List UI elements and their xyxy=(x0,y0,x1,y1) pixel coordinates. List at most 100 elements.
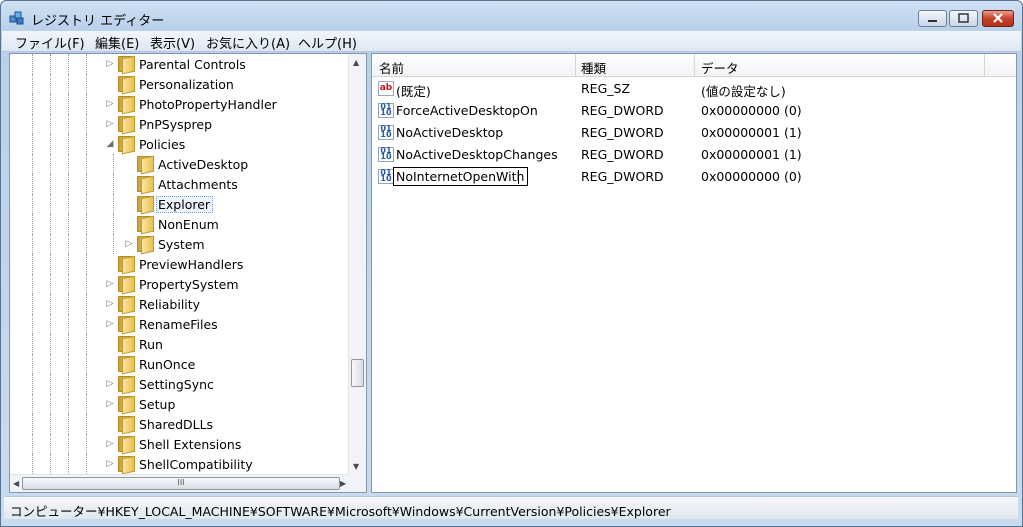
expand-arrow-icon[interactable]: ▷ xyxy=(105,379,115,389)
menu-file[interactable]: ファイル(F) xyxy=(15,33,85,52)
folder-icon xyxy=(117,75,135,95)
tree-item[interactable]: NonEnum xyxy=(10,214,349,235)
tree-item-label[interactable]: Run xyxy=(137,336,166,353)
tree-vertical-scroll-thumb[interactable] xyxy=(351,359,364,387)
tree-item-label[interactable]: NonEnum xyxy=(156,216,222,233)
expand-arrow-icon[interactable]: ▷ xyxy=(105,299,115,309)
tree-item-label[interactable]: ActiveDesktop xyxy=(156,156,251,173)
tree-item[interactable]: ▷ SettingSync xyxy=(10,374,349,395)
scroll-up-icon[interactable]: ▲ xyxy=(353,58,359,67)
folder-icon xyxy=(117,115,135,135)
tree-item[interactable]: PreviewHandlers xyxy=(10,254,349,275)
tree-item[interactable]: ▷ PropertySystem xyxy=(10,274,349,295)
menu-edit[interactable]: 編集(E) xyxy=(95,33,139,52)
tree-item[interactable]: RunOnce xyxy=(10,354,349,375)
tree-item-label[interactable]: Attachments xyxy=(156,176,241,193)
maximize-button[interactable] xyxy=(949,10,978,27)
dword-value-icon: 01 10 xyxy=(378,147,394,162)
menu-favorites[interactable]: お気に入り(A) xyxy=(206,33,290,52)
folder-icon xyxy=(117,355,135,375)
value-name: NoActiveDesktop xyxy=(396,125,504,140)
expand-arrow-icon[interactable]: ▷ xyxy=(105,279,115,289)
value-row[interactable]: ab (既定) REG_SZ (値の設定なし) xyxy=(372,78,1016,100)
folder-icon xyxy=(117,335,135,355)
tree-vertical-scrollbar[interactable]: ▲ ▼ xyxy=(348,54,366,475)
tree-item[interactable]: Personalization xyxy=(10,74,349,95)
tree-item[interactable]: ▷ ShellCompatibility xyxy=(10,454,349,475)
tree-item-label[interactable]: RunOnce xyxy=(137,356,198,373)
menu-bar: ファイル(F) 編集(E) 表示(V) お気に入り(A) ヘルプ(H) xyxy=(2,31,1021,52)
value-row[interactable]: 01 10 NoActiveDesktopChanges REG_DWORD 0x000… xyxy=(372,144,1016,166)
tree-item[interactable]: ▷ Shell Extensions xyxy=(10,434,349,455)
folder-icon xyxy=(117,315,135,335)
value-row[interactable]: 01 10 ForceActiveDesktopOn REG_DWORD 0x00000… xyxy=(372,100,1016,122)
tree-item-label[interactable]: Parental Controls xyxy=(137,56,249,73)
value-type: REG_DWORD xyxy=(581,147,664,162)
tree-horizontal-scroll-thumb[interactable]: III xyxy=(22,477,340,490)
rename-value-input[interactable]: NoInternetOpenWith xyxy=(393,167,528,186)
expand-arrow-icon[interactable]: ▷ xyxy=(105,99,115,109)
expand-arrow-icon[interactable]: ▷ xyxy=(105,399,115,409)
dword-value-icon: 01 10 xyxy=(378,103,394,118)
tree-item-label[interactable]: System xyxy=(156,236,208,253)
tree-item[interactable]: ▷ Setup xyxy=(10,394,349,415)
tree-item[interactable]: ▷ PhotoPropertyHandler xyxy=(10,94,349,115)
tree-item-label[interactable]: ShellCompatibility xyxy=(137,456,256,473)
value-type: REG_DWORD xyxy=(581,125,664,140)
tree-item-label[interactable]: Setup xyxy=(137,396,178,413)
tree-item-label[interactable]: PnPSysprep xyxy=(137,116,215,133)
value-name: ForceActiveDesktopOn xyxy=(396,103,538,118)
tree-item[interactable]: ▷ System xyxy=(10,234,349,255)
expand-arrow-icon[interactable]: ▷ xyxy=(105,459,115,469)
values-list-pane[interactable]: 名前 種類 データ ab (既定) REG_SZ (値の設定なし) 01 10 ForceA… xyxy=(371,53,1017,493)
tree-item[interactable]: Run xyxy=(10,334,349,355)
value-row[interactable]: 01 10 NoInternetOpenWith REG_DWORD 0x0000000… xyxy=(372,166,1016,188)
scroll-left-icon[interactable]: ◀ xyxy=(13,479,19,488)
tree-item-label[interactable]: Personalization xyxy=(137,76,237,93)
tree-item-label[interactable]: SharedDLLs xyxy=(137,416,216,433)
tree-item[interactable]: ◢ Policies xyxy=(10,134,349,155)
value-data: 0x00000000 (0) xyxy=(701,169,802,184)
close-button[interactable] xyxy=(982,10,1014,27)
folder-icon xyxy=(117,375,135,395)
scroll-down-icon[interactable]: ▼ xyxy=(353,462,359,471)
tree-item-label[interactable]: Reliability xyxy=(137,296,203,313)
expand-arrow-icon[interactable]: ▷ xyxy=(124,239,134,249)
tree-item-label[interactable]: Policies xyxy=(137,136,188,153)
column-header-name[interactable]: 名前 xyxy=(379,58,404,77)
registry-editor-window: レジストリ エディター ファイル(F) 編集(E) 表示(V) お気に入り(A)… xyxy=(0,0,1023,527)
tree-item-label[interactable]: PhotoPropertyHandler xyxy=(137,96,280,113)
tree-item[interactable]: ▷ Reliability xyxy=(10,294,349,315)
tree-horizontal-scrollbar[interactable]: ◀ III ▶ xyxy=(10,474,349,492)
expand-arrow-icon[interactable]: ▷ xyxy=(105,59,115,69)
tree-item[interactable]: ▷ Parental Controls xyxy=(10,54,349,75)
column-header-type[interactable]: 種類 xyxy=(581,58,606,77)
tree-item-label[interactable]: RenameFiles xyxy=(137,316,221,333)
collapse-arrow-icon[interactable]: ◢ xyxy=(105,139,115,149)
expand-arrow-icon[interactable]: ▷ xyxy=(105,319,115,329)
key-tree-pane[interactable]: ▷ Parental Controls Personalization ▷ PhotoP… xyxy=(9,53,367,493)
tree-item-label-selected[interactable]: Explorer xyxy=(156,196,214,213)
value-name: (既定) xyxy=(396,84,431,99)
column-header-data[interactable]: データ xyxy=(701,58,739,77)
tree-item-label[interactable]: Shell Extensions xyxy=(137,436,244,453)
tree-item[interactable]: SharedDLLs xyxy=(10,414,349,435)
tree-item[interactable]: ▷ RenameFiles xyxy=(10,314,349,335)
tree-item-label[interactable]: PropertySystem xyxy=(137,276,242,293)
tree-item[interactable]: ActiveDesktop xyxy=(10,154,349,175)
title-bar[interactable]: レジストリ エディター xyxy=(1,1,1022,31)
scroll-right-icon[interactable]: ▶ xyxy=(340,479,346,488)
menu-help[interactable]: ヘルプ(H) xyxy=(298,33,357,52)
tree-item[interactable]: Attachments xyxy=(10,174,349,195)
expand-arrow-icon[interactable]: ▷ xyxy=(105,439,115,449)
menu-view[interactable]: 表示(V) xyxy=(150,33,195,52)
tree-item[interactable]: Explorer xyxy=(10,194,349,215)
value-data: 0x00000001 (1) xyxy=(701,125,802,140)
tree-item-label[interactable]: SettingSync xyxy=(137,376,217,393)
tree-item[interactable]: ▷ PnPSysprep xyxy=(10,114,349,135)
value-row[interactable]: 01 10 NoActiveDesktop REG_DWORD 0x00000001 (… xyxy=(372,122,1016,144)
registry-editor-icon xyxy=(9,11,24,25)
expand-arrow-icon[interactable]: ▷ xyxy=(105,119,115,129)
tree-item-label[interactable]: PreviewHandlers xyxy=(137,256,246,273)
minimize-button[interactable] xyxy=(918,10,947,27)
